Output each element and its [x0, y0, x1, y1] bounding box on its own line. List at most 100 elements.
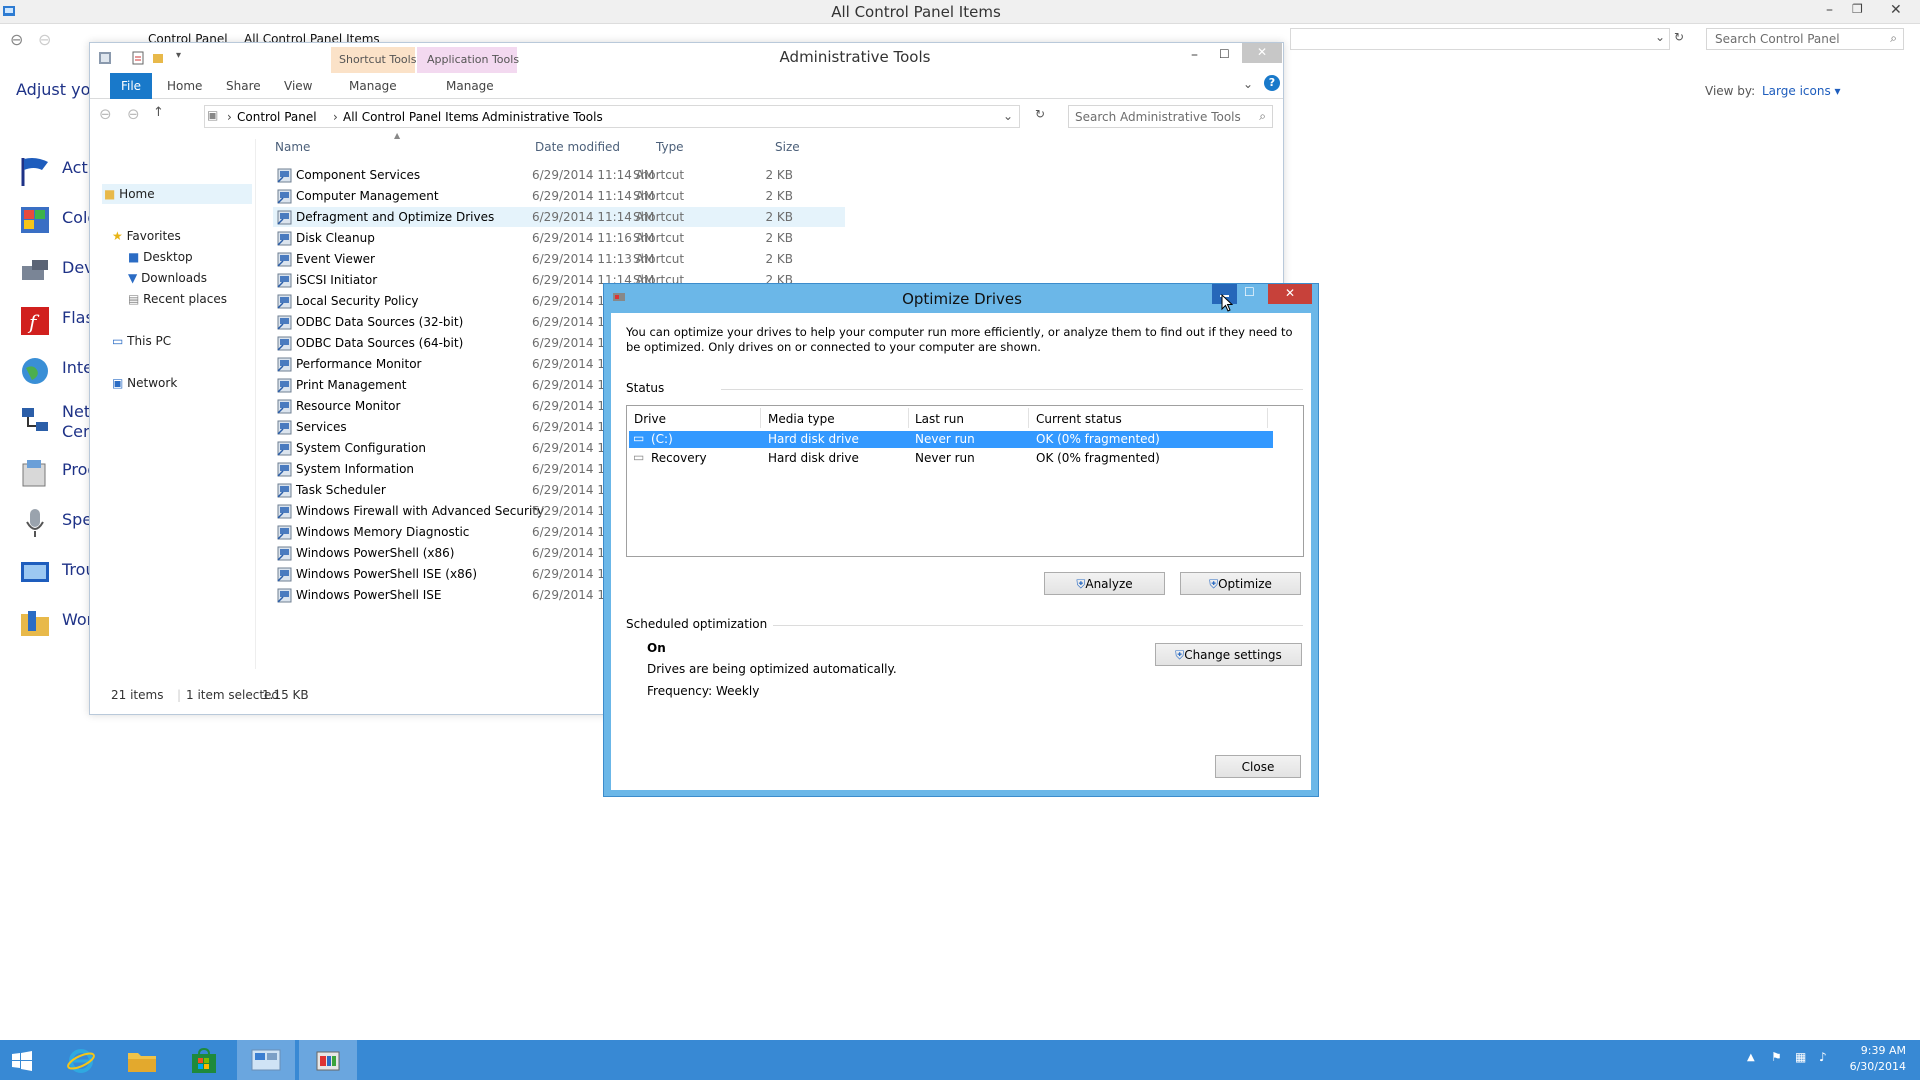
file-name: Defragment and Optimize Drives — [296, 210, 495, 224]
tab-manage-application[interactable]: Manage — [446, 79, 494, 93]
maximize-button[interactable]: ☐ — [1244, 285, 1255, 299]
drive-row[interactable]: ▭ Recovery Hard disk drive Never run OK … — [629, 450, 1273, 467]
cp-item-internet[interactable]: Inte — [18, 350, 98, 390]
show-hidden-icons-icon[interactable]: ▲ — [1747, 1052, 1755, 1063]
hard-drive-icon: ▭ — [633, 431, 645, 445]
taskbar-optimize-drives[interactable] — [299, 1040, 357, 1080]
breadcrumb-control-panel[interactable]: Control Panel — [237, 110, 317, 124]
change-settings-button[interactable]: ⛨Change settings — [1155, 643, 1302, 666]
shortcut-icon — [277, 210, 292, 225]
cp-item-work-folders[interactable]: Wor — [18, 602, 98, 642]
nav-item-favorites[interactable]: ★ Favorites — [112, 229, 181, 243]
cp-item-troubleshooting[interactable]: Trou — [18, 552, 98, 592]
taskbar-internet-explorer[interactable] — [52, 1040, 110, 1080]
cp-item-action-center[interactable]: Acti — [18, 150, 98, 190]
globe-icon — [22, 358, 48, 384]
forward-icon[interactable]: ⊖ — [38, 30, 51, 49]
column-header-drive[interactable]: Drive — [634, 412, 666, 426]
cp-item-color[interactable]: Colo — [18, 200, 98, 240]
clock[interactable]: 9:39 AM 6/30/2014 — [1850, 1043, 1906, 1075]
minimize-button[interactable]: – — [1826, 2, 1833, 18]
file-row[interactable]: Event Viewer 6/29/2014 11:13 AM Shortcut 2 … — [273, 249, 845, 269]
view-by-label: View by: — [1705, 84, 1756, 98]
address-box[interactable] — [1290, 28, 1670, 50]
column-header-current-status[interactable]: Current status — [1036, 412, 1122, 426]
minimize-button[interactable]: – — [1191, 47, 1198, 63]
column-header-size[interactable]: Size — [775, 140, 800, 154]
search-control-panel-input[interactable]: Search Control Panel ⌕ — [1706, 28, 1904, 50]
close-button[interactable]: ✕ — [1890, 2, 1902, 18]
taskbar-file-explorer[interactable] — [113, 1040, 171, 1080]
drive-list[interactable]: Drive Media type Last run Current status… — [626, 405, 1304, 557]
column-header-date[interactable]: Date modified — [535, 140, 620, 154]
tab-share[interactable]: Share — [226, 79, 261, 93]
refresh-icon[interactable]: ↻ — [1035, 107, 1045, 121]
column-header-media-type[interactable]: Media type — [768, 412, 835, 426]
shortcut-icon — [277, 462, 292, 477]
column-header-name[interactable]: Name — [275, 140, 310, 154]
tab-view[interactable]: View — [284, 79, 312, 93]
restore-button[interactable]: ❐ — [1852, 2, 1863, 16]
file-date: 6/29/2014 11 — [532, 399, 613, 413]
breadcrumb-all-items[interactable]: All Control Panel Items — [343, 110, 479, 124]
cp-item-label: Spe — [62, 510, 93, 529]
nav-item-desktop[interactable]: ■ Desktop — [128, 250, 193, 264]
cp-item-label: Acti — [62, 158, 93, 177]
forward-icon[interactable]: ⊖ — [127, 105, 140, 123]
column-header-type[interactable]: Type — [656, 140, 684, 154]
nav-item-downloads[interactable]: ▼ Downloads — [128, 271, 207, 285]
maximize-button[interactable]: ☐ — [1219, 47, 1230, 61]
breadcrumb-admin-tools[interactable]: Administrative Tools — [482, 110, 603, 124]
optimize-button[interactable]: ⛨Optimize — [1180, 572, 1301, 595]
dropdown-arrow-icon[interactable]: ⌄ — [1655, 30, 1665, 44]
address-box[interactable]: ▣ › Control Panel › All Control Panel It… — [204, 105, 1020, 128]
refresh-icon[interactable]: ↻ — [1674, 30, 1684, 44]
store-icon — [192, 1048, 216, 1073]
dropdown-arrow-icon[interactable]: ⌄ — [1003, 109, 1013, 123]
nav-item-network[interactable]: ▣ Network — [112, 376, 177, 390]
file-row[interactable]: Defragment and Optimize Drives 6/29/2014 … — [273, 207, 845, 227]
taskbar-control-panel[interactable] — [237, 1040, 295, 1080]
column-header-last-run[interactable]: Last run — [915, 412, 964, 426]
tab-manage-shortcut[interactable]: Manage — [349, 79, 397, 93]
nav-item-home[interactable]: ■ Home — [104, 187, 155, 201]
back-icon[interactable]: ⊖ — [99, 105, 112, 123]
network-status-icon[interactable]: ▦ — [1795, 1050, 1806, 1064]
close-button[interactable]: ✕ — [1268, 284, 1312, 304]
shortcut-icon — [277, 294, 292, 309]
cp-item-network[interactable]: Netw Cen — [18, 400, 103, 448]
cp-item-programs[interactable]: Prog — [18, 452, 98, 492]
network-icon: ▣ — [112, 376, 124, 390]
cp-item-flash[interactable]: f Flas — [18, 300, 98, 340]
back-icon[interactable]: ⊖ — [10, 30, 23, 49]
file-name: Event Viewer — [296, 252, 375, 266]
up-icon[interactable]: ↑ — [153, 105, 164, 120]
file-row[interactable]: Disk Cleanup 6/29/2014 11:16 AM Shortcut 2 … — [273, 228, 845, 248]
internet-explorer-icon — [67, 1049, 95, 1073]
cp-item-speech[interactable]: Spe — [18, 502, 98, 542]
view-by-dropdown[interactable]: Large icons ▾ — [1762, 84, 1841, 98]
taskbar-store[interactable] — [175, 1040, 233, 1080]
hard-drive-icon: ▭ — [633, 450, 645, 464]
nav-label: Home — [119, 187, 155, 201]
tab-file[interactable]: File — [110, 73, 152, 99]
help-icon[interactable]: ? — [1264, 75, 1280, 91]
file-row[interactable]: Computer Management 6/29/2014 11:14 AM Sho… — [273, 186, 845, 206]
analyze-button[interactable]: ⛨Analyze — [1044, 572, 1165, 595]
action-center-flag-icon[interactable]: ⚑ — [1771, 1050, 1782, 1064]
close-dialog-button[interactable]: Close — [1215, 755, 1301, 778]
folder-icon: ■ — [104, 187, 116, 201]
nav-item-this-pc[interactable]: ▭ This PC — [112, 334, 171, 348]
tab-home[interactable]: Home — [167, 79, 202, 93]
drive-row[interactable]: ▭ (C:) Hard disk drive Never run OK (0% … — [629, 431, 1273, 448]
cp-item-devices[interactable]: Dev — [18, 250, 98, 290]
volume-icon[interactable]: ♪ — [1819, 1050, 1827, 1064]
close-button[interactable]: ✕ — [1242, 43, 1282, 63]
desktop-icon: ■ — [128, 250, 140, 264]
start-button[interactable] — [0, 1040, 58, 1080]
expand-ribbon-icon[interactable]: ⌄ — [1243, 77, 1253, 91]
column-separator — [760, 408, 761, 428]
search-admin-tools-input[interactable]: Search Administrative Tools ⌕ — [1068, 105, 1273, 128]
file-row[interactable]: Component Services 6/29/2014 11:14 AM Shor… — [273, 165, 845, 185]
nav-item-recent[interactable]: ▤ Recent places — [128, 292, 227, 306]
